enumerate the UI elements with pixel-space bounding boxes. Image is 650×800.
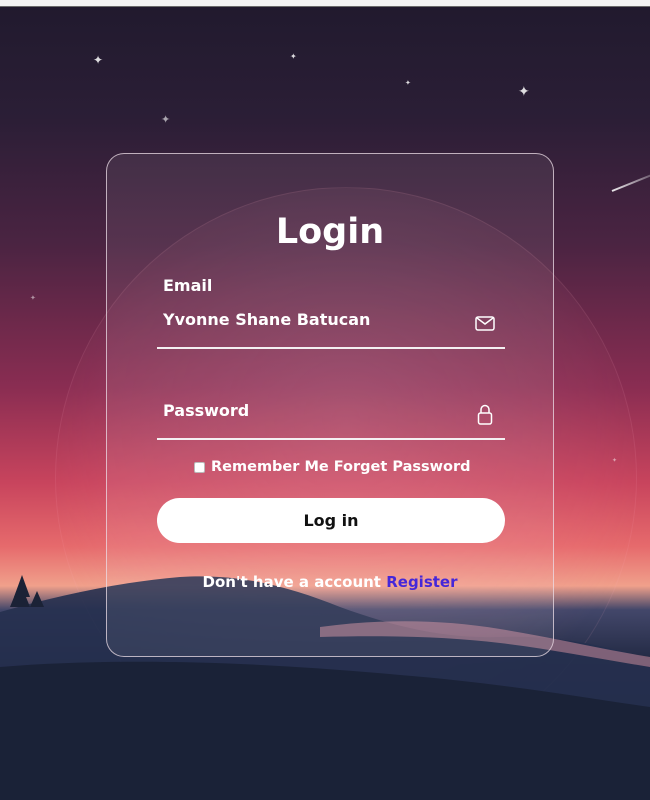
email-underline bbox=[157, 347, 505, 349]
register-link[interactable]: Register bbox=[386, 573, 457, 591]
window-top-edge bbox=[0, 0, 650, 7]
page-title: Login bbox=[275, 212, 385, 252]
envelope-icon bbox=[475, 316, 495, 335]
password-underline bbox=[157, 438, 505, 440]
remember-checkbox[interactable] bbox=[194, 461, 205, 473]
password-field[interactable]: Password bbox=[163, 401, 249, 420]
email-field[interactable] bbox=[163, 310, 453, 329]
login-button[interactable]: Log in bbox=[157, 498, 505, 543]
remember-label[interactable]: Remember Me bbox=[211, 459, 329, 475]
login-card: Login Email Password Remember Me Forget … bbox=[106, 153, 554, 657]
email-label: Email bbox=[163, 276, 213, 295]
remember-row: Remember Me Forget Password bbox=[194, 459, 471, 475]
lock-icon bbox=[477, 404, 493, 430]
register-row: Don't have a account Register bbox=[107, 573, 553, 591]
forget-password-link[interactable]: Forget Password bbox=[334, 459, 471, 475]
no-account-text: Don't have a account bbox=[202, 573, 381, 591]
